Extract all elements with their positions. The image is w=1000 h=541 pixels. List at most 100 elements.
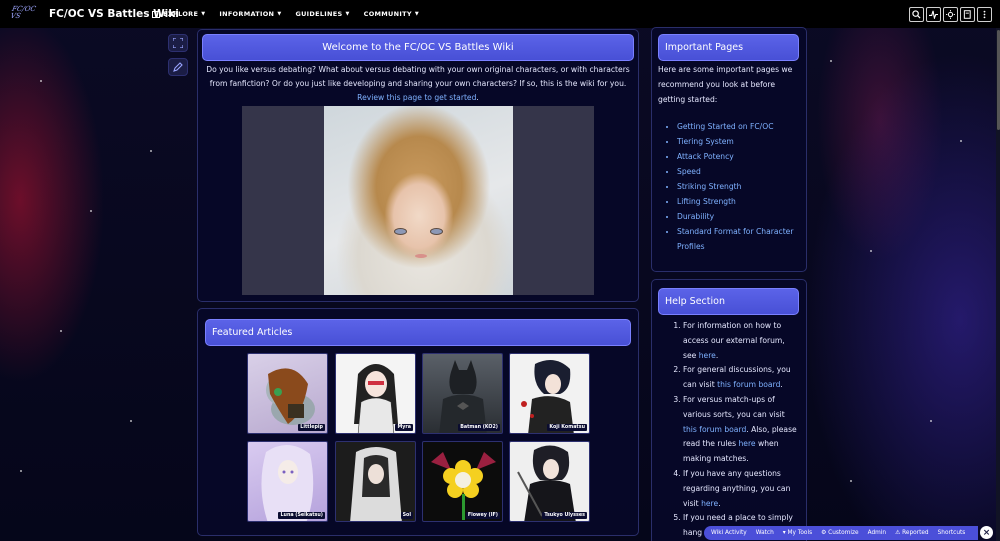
wiki-logo[interactable]: FC/OC VS — [9, 5, 44, 22]
help-list: For information on how to access our ext… — [665, 319, 805, 541]
important-link-attack-potency[interactable]: Attack Potency — [677, 149, 805, 164]
help-text: read the rules — [683, 439, 739, 449]
forum-info-link[interactable]: here — [699, 351, 716, 360]
help-text: . — [718, 498, 721, 508]
customize-button[interactable]: ⚙ Customize — [821, 530, 858, 536]
versus-forum-link[interactable]: this forum board — [683, 425, 746, 434]
sol-illustration — [350, 447, 402, 521]
close-icon: × — [982, 527, 991, 538]
help-text: visit — [683, 498, 702, 508]
help-text: . — [780, 380, 783, 390]
search-icon — [912, 10, 921, 19]
page-tools-button[interactable] — [960, 7, 975, 22]
portrait-eye — [394, 228, 407, 235]
luna-illustration — [261, 445, 314, 521]
help-text: If you have any questions — [683, 468, 781, 478]
help-section-title: Help Section — [658, 288, 799, 315]
get-started-link[interactable]: Review this page to get started — [357, 93, 476, 102]
help-text: . Also, please — [746, 424, 797, 434]
important-link-striking[interactable]: Striking Strength — [677, 179, 805, 194]
important-link-lifting[interactable]: Lifting Strength — [677, 194, 805, 209]
important-pages-list: Getting Started on FC/OC Tiering System … — [659, 119, 805, 254]
important-pages-text: Here are some important pages we recomme… — [658, 62, 803, 107]
help-text: can visit — [683, 380, 718, 390]
featured-thumb-myra[interactable]: Myra — [335, 353, 416, 434]
girl-illustration — [354, 364, 398, 433]
important-link-standard-format[interactable]: Standard Format for Character Profiles — [677, 224, 805, 254]
help-text: For general discussions, you — [683, 365, 791, 375]
featured-label: Koji Komatsu — [547, 424, 587, 431]
help-text: For information on how to — [683, 321, 782, 330]
featured-thumb-luna[interactable]: Luna (Seikatsu) — [247, 441, 328, 522]
important-pages-title: Important Pages — [658, 34, 799, 61]
welcome-portrait-image[interactable] — [324, 106, 513, 295]
edit-button[interactable] — [168, 58, 188, 76]
reported-label: Reported — [902, 530, 929, 536]
search-button[interactable] — [909, 7, 924, 22]
more-icon — [983, 10, 986, 19]
help-text: . — [715, 350, 719, 360]
fullscreen-icon — [173, 38, 183, 48]
help-item: For information on how to access our ext… — [683, 319, 805, 363]
featured-label: Flowey (IF) — [465, 512, 500, 519]
help-text: regarding anything, you can — [683, 483, 791, 493]
portrait-eye — [430, 228, 443, 235]
intro-line-1: Do you like versus debating? What about … — [206, 65, 630, 74]
activity-button[interactable] — [926, 7, 941, 22]
page-icon — [963, 10, 971, 19]
wiki-nav: EXPLORE ▼ INFORMATION ▼ GUIDELINES ▼ COM… — [152, 10, 419, 18]
nav-guidelines[interactable]: GUIDELINES ▼ — [295, 10, 349, 18]
chevron-down-icon: ▼ — [277, 11, 282, 17]
questions-link[interactable]: here — [701, 499, 718, 508]
important-link-speed[interactable]: Speed — [677, 164, 805, 179]
important-link-tiering[interactable]: Tiering System — [677, 134, 805, 149]
my-tools-button[interactable]: ▾ My Tools — [783, 530, 812, 536]
help-text: access our external forum, — [683, 335, 785, 345]
important-text-line: Here are some important pages we — [658, 65, 793, 74]
help-text: making matches. — [683, 454, 749, 464]
reported-button[interactable]: ⚠ Reported — [895, 530, 929, 536]
help-item: For general discussions, you can visit t… — [683, 363, 805, 393]
wiki-activity-button[interactable]: Wiki Activity — [711, 530, 747, 536]
important-link-durability[interactable]: Durability — [677, 209, 805, 224]
important-link-getting-started[interactable]: Getting Started on FC/OC — [677, 119, 805, 134]
admin-button[interactable]: Admin — [868, 530, 886, 536]
featured-label: Tsukyo Ulysses — [542, 512, 587, 519]
help-text: see — [683, 350, 699, 360]
welcome-intro: Do you like versus debating? What about … — [200, 63, 636, 105]
nav-community[interactable]: COMMUNITY ▼ — [364, 10, 419, 18]
intro-line-2: from fanfiction? Or do you just like dev… — [209, 79, 627, 88]
intro-link-suffix: . — [476, 93, 479, 102]
featured-label: Littlepip — [298, 424, 325, 431]
nav-explore[interactable]: EXPLORE ▼ — [152, 10, 205, 18]
rules-link[interactable]: here — [738, 439, 755, 448]
intro-line-3: Review this page to get started. — [200, 91, 636, 105]
featured-label: Sol — [400, 512, 413, 519]
fullscreen-button[interactable] — [168, 34, 188, 52]
help-item: If you have any questions regarding anyt… — [683, 467, 805, 511]
featured-thumb-batman[interactable]: Batman (KO2) — [422, 353, 503, 434]
help-text: For versus match-ups of — [683, 394, 775, 404]
featured-thumb-flowey[interactable]: Flowey (IF) — [422, 441, 503, 522]
featured-label: Myra — [395, 424, 413, 431]
my-tools-label: My Tools — [787, 530, 813, 536]
theme-toggle-button[interactable] — [943, 7, 958, 22]
featured-thumb-tsukyo[interactable]: Tsukyo Ulysses — [509, 441, 590, 522]
flowey-illustration — [431, 452, 496, 520]
swordsman-illustration — [521, 360, 574, 433]
chevron-down-icon: ▼ — [414, 11, 419, 17]
toolbar-close-button[interactable]: × — [980, 526, 993, 539]
nav-explore-label: EXPLORE — [163, 10, 199, 18]
featured-thumb-koji[interactable]: Koji Komatsu — [509, 353, 590, 434]
tsukyo-illustration — [517, 445, 576, 521]
help-item: For versus match-ups of various sorts, y… — [683, 393, 805, 467]
global-navigation: FC/OC VS FC/OC VS Battles Wiki EXPLORE ▼… — [0, 0, 1000, 28]
featured-thumb-sol[interactable]: Sol — [335, 441, 416, 522]
more-button[interactable] — [977, 7, 992, 22]
watch-button[interactable]: Watch — [756, 530, 774, 536]
explore-icon — [152, 10, 160, 18]
shortcuts-button[interactable]: Shortcuts — [938, 530, 966, 536]
general-forum-link[interactable]: this forum board — [717, 380, 780, 389]
nav-information[interactable]: INFORMATION ▼ — [219, 10, 281, 18]
featured-thumb-littlepip[interactable]: Littlepip — [247, 353, 328, 434]
